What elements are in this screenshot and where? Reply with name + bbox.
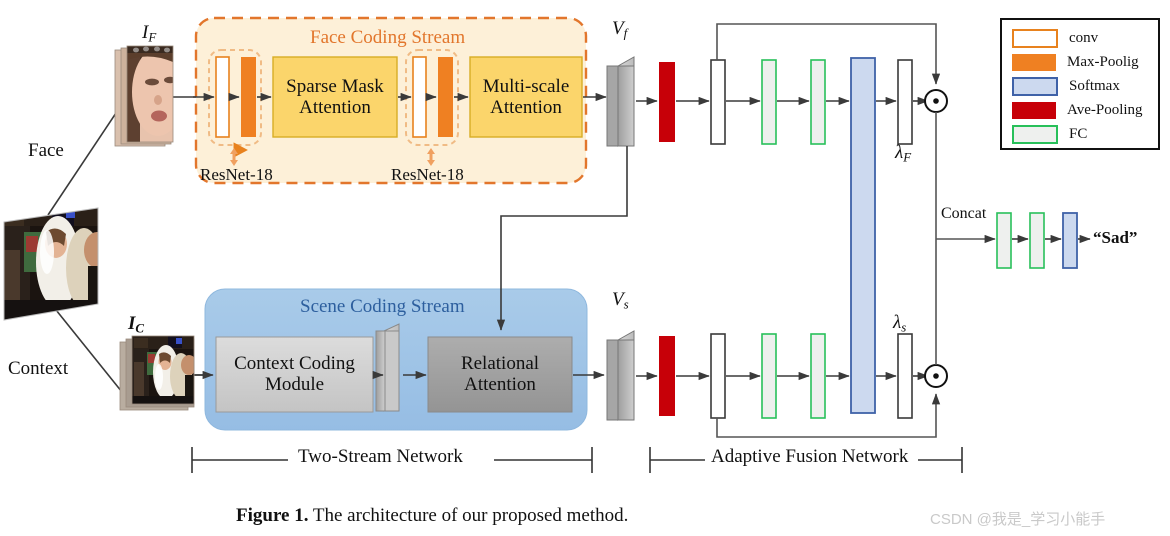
scene-feature-symbol: Vs [612,289,629,312]
head-fc-bar-2 [1029,212,1045,269]
scene-ave-pooling-bar [659,336,675,416]
face-maxpool-bar-2 [438,57,453,137]
head-fc-bar-1 [996,212,1012,269]
relational-attention-label: Relational Attention [460,353,540,396]
face-feature-symbol: Vf [612,18,628,41]
head-softmax-bar [1062,212,1078,269]
lambda-scene-conv-bar [897,333,913,419]
conv-swatch-icon [1012,28,1058,48]
figure-caption: Figure 1. The architecture of our propos… [236,505,628,527]
face-maxpool-bar-1 [241,57,256,137]
face-stream-title: Face Coding Stream [310,27,466,48]
lambda-scene-label: λs [893,312,907,335]
scene-fc-bar-1 [761,333,777,419]
face-fc-bar-1 [761,59,777,145]
architecture-diagram [3,16,1091,473]
shared-softmax-bar [850,57,876,414]
scene-inter-slab-side [384,330,400,412]
source-image-thumbnail [3,207,99,321]
legend-label-avepool: Ave-Pooling [1067,101,1143,118]
vf-slab-face [617,65,635,147]
face-fc-bar-2 [810,59,826,145]
output-label: “Sad” [1093,228,1138,247]
resnet-label-1: ResNet-18 [200,165,273,184]
context-branch-label: Context [8,358,69,379]
lambda-face-label: λF [895,142,912,165]
face-conv-bar-1 [215,56,230,138]
context-input-symbol: IC [128,313,145,336]
avepool-swatch-icon [1012,101,1056,119]
two-stream-bracket-label: Two-Stream Network [298,446,463,467]
legend-label-maxpool: Max-Poolig [1067,53,1139,70]
legend-label-softmax: Softmax [1069,77,1120,94]
face-image-stack [114,45,174,147]
face-branch-label: Face [28,140,64,161]
scene-fc-bar-2 [810,333,826,419]
scene-stream-title: Scene Coding Stream [300,296,465,317]
face-multiply-dot [933,98,939,104]
legend-item-softmax: Softmax [1012,74,1158,98]
resnet-label-2: ResNet-18 [391,165,464,184]
csdn-watermark: CSDN @我是_学习小能手 [930,511,1106,528]
context-image-stack [119,335,195,411]
vs-slab-face [617,339,635,421]
scene-inter-slab-face [375,330,386,412]
legend-item-conv: conv [1012,26,1158,50]
legend-label-conv: conv [1069,29,1099,46]
figure-canvas: Face Coding Stream Scene Coding Stream S… [0,0,1170,536]
face-conv-bar-2 [412,56,427,138]
figure-caption-number: Figure 1. [236,505,309,526]
face-input-symbol: IF [142,22,157,45]
softmax-swatch-icon [1012,76,1058,96]
multiscale-attention-label: Multi-scale Attention [482,76,570,119]
adaptive-fusion-bracket-label: Adaptive Fusion Network [711,446,909,467]
legend-item-avepool: Ave-Pooling [1012,98,1158,122]
face-fusion-conv-bar [710,59,726,145]
concat-label: Concat [941,205,987,222]
vf-slab-side [606,65,619,147]
face-ave-pooling-bar [659,62,675,142]
fc-swatch-icon [1012,124,1058,144]
arrow-source-to-context [47,299,131,403]
legend-label-fc: FC [1069,125,1088,142]
lambda-face-conv-bar [897,59,913,145]
legend-box: conv Max-Poolig Softmax Ave-Pooling FC [1000,18,1160,150]
figure-caption-text: The architecture of our proposed method. [308,505,629,526]
legend-item-maxpool: Max-Poolig [1012,50,1158,74]
scene-multiply-dot [933,373,939,379]
sparse-mask-attention-label: Sparse Mask Attention [286,76,384,119]
maxpool-swatch-icon [1012,53,1056,71]
vs-slab-side [606,339,619,421]
scene-fusion-conv-bar [710,333,726,419]
legend-item-fc: FC [1012,122,1158,146]
context-coding-module-label: Context Coding Module [234,353,355,396]
